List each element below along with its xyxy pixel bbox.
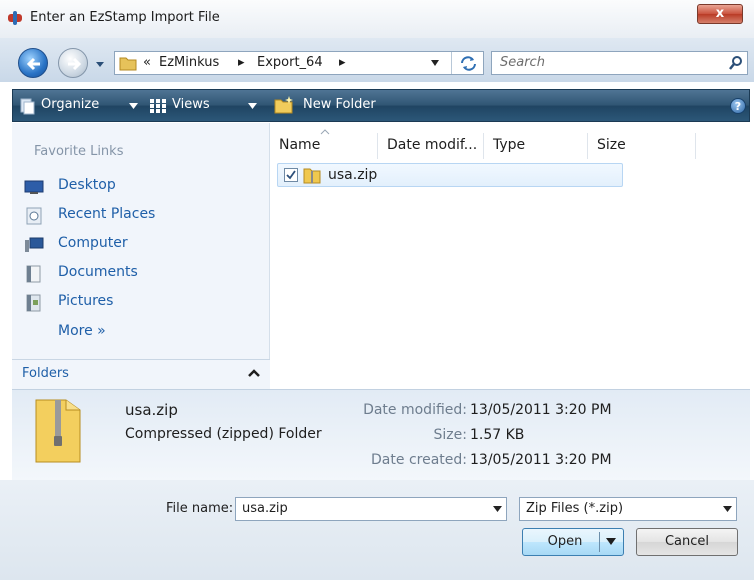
forward-arrow-icon — [68, 57, 82, 71]
column-header-size[interactable]: Size — [597, 137, 626, 153]
open-button-label[interactable]: Open — [535, 529, 595, 555]
file-type-filter-select[interactable]: Zip Files (*.zip) — [519, 497, 737, 521]
more-links-button[interactable]: More » — [58, 323, 106, 339]
breadcrumb-ezminkus[interactable]: EzMinkus — [159, 55, 219, 70]
refresh-button[interactable] — [451, 52, 484, 74]
date-created-label: Date created: — [371, 452, 467, 468]
organize-dropdown-icon[interactable] — [129, 103, 138, 109]
sidebar-item-documents[interactable]: Documents — [58, 264, 138, 280]
close-button[interactable]: x — [697, 4, 743, 24]
breadcrumb-overflow[interactable]: « — [143, 55, 151, 70]
views-icon — [150, 99, 166, 113]
file-checkbox[interactable] — [284, 168, 298, 182]
desktop-icon — [24, 180, 44, 194]
column-divider[interactable] — [695, 133, 696, 159]
breadcrumb-separator[interactable]: ▸ — [339, 55, 346, 70]
details-file-type: Compressed (zipped) Folder — [125, 426, 322, 442]
details-file-name: usa.zip — [125, 401, 178, 419]
column-divider[interactable] — [587, 133, 588, 159]
navigation-pane: Favorite Links Desktop Recent Places Com… — [12, 123, 270, 389]
zip-folder-icon — [35, 399, 81, 463]
chevron-up-icon[interactable] — [248, 369, 260, 377]
recent-places-icon — [26, 207, 42, 225]
back-arrow-icon — [26, 57, 40, 71]
new-folder-button[interactable]: New Folder — [303, 97, 376, 112]
pictures-icon — [26, 294, 41, 312]
column-divider[interactable] — [377, 133, 378, 159]
search-icon[interactable] — [729, 55, 743, 71]
views-button[interactable]: Views — [172, 97, 210, 112]
date-created-value: 13/05/2011 3:20 PM — [470, 452, 612, 468]
views-dropdown-icon[interactable] — [248, 103, 257, 109]
checkmark-icon — [286, 170, 296, 180]
dialog-footer: File name: usa.zip Zip Files (*.zip) Ope… — [0, 480, 754, 580]
date-modified-value: 13/05/2011 3:20 PM — [470, 402, 612, 418]
file-name-dropdown-icon[interactable] — [493, 506, 502, 512]
zip-folder-icon — [303, 168, 321, 184]
folders-label[interactable]: Folders — [22, 366, 69, 381]
breadcrumb-export-64[interactable]: Export_64 — [257, 55, 323, 70]
breadcrumb-separator[interactable]: ▸ — [238, 55, 245, 70]
search-placeholder: Search — [500, 55, 545, 70]
documents-icon — [26, 265, 41, 283]
date-modified-label: Date modified: — [363, 402, 467, 418]
navigation-bar: « EzMinkus ▸ Export_64 ▸ Search — [0, 38, 754, 82]
address-dropdown-icon[interactable] — [430, 59, 440, 67]
cancel-button[interactable]: Cancel — [636, 528, 738, 556]
size-value: 1.57 KB — [470, 427, 525, 443]
forward-button[interactable] — [58, 48, 88, 78]
file-name-value[interactable]: usa.zip — [242, 501, 288, 516]
back-button[interactable] — [18, 48, 48, 78]
sidebar-item-recent-places[interactable]: Recent Places — [58, 206, 155, 222]
column-header-date-modified[interactable]: Date modif... — [387, 137, 477, 153]
filter-dropdown-icon[interactable] — [723, 506, 732, 512]
address-bar[interactable]: « EzMinkus ▸ Export_64 ▸ — [114, 51, 484, 75]
column-header-type[interactable]: Type — [493, 137, 525, 153]
sidebar-item-pictures[interactable]: Pictures — [58, 293, 113, 309]
column-header-name[interactable]: Name — [279, 137, 320, 153]
file-type-filter-value[interactable]: Zip Files (*.zip) — [526, 501, 623, 516]
recent-pages-dropdown-icon[interactable] — [94, 58, 106, 70]
file-name-label: File name: — [166, 501, 234, 516]
open-button-divider — [599, 532, 600, 552]
folders-bar[interactable]: Folders — [12, 359, 270, 389]
title-bar: Enter an EzStamp Import File x — [0, 0, 754, 38]
new-folder-icon — [274, 96, 293, 114]
size-label: Size: — [433, 427, 467, 443]
file-row[interactable]: usa.zip — [277, 163, 623, 187]
file-name[interactable]: usa.zip — [328, 167, 377, 183]
window-title: Enter an EzStamp Import File — [30, 10, 220, 25]
sort-ascending-icon — [320, 129, 330, 135]
sidebar-item-desktop[interactable]: Desktop — [58, 177, 116, 193]
help-icon[interactable]: ? — [730, 98, 746, 114]
column-divider[interactable] — [483, 133, 484, 159]
open-button[interactable]: Open — [522, 528, 624, 556]
folder-icon — [119, 57, 137, 71]
computer-icon — [25, 237, 44, 252]
organize-icon — [20, 98, 35, 115]
app-icon — [8, 11, 22, 25]
favorite-links-header: Favorite Links — [34, 144, 124, 159]
command-toolbar: Organize Views New Folder ? — [12, 89, 750, 122]
open-options-dropdown-icon[interactable] — [606, 538, 616, 545]
refresh-icon — [461, 56, 476, 71]
search-input[interactable]: Search — [491, 51, 748, 75]
file-list: Name Date modif... Type Size usa.zip — [271, 123, 750, 389]
details-pane: usa.zip Compressed (zipped) Folder Date … — [12, 389, 750, 480]
organize-button[interactable]: Organize — [41, 97, 99, 112]
sidebar-item-computer[interactable]: Computer — [58, 235, 128, 251]
file-name-input[interactable]: usa.zip — [235, 497, 507, 521]
